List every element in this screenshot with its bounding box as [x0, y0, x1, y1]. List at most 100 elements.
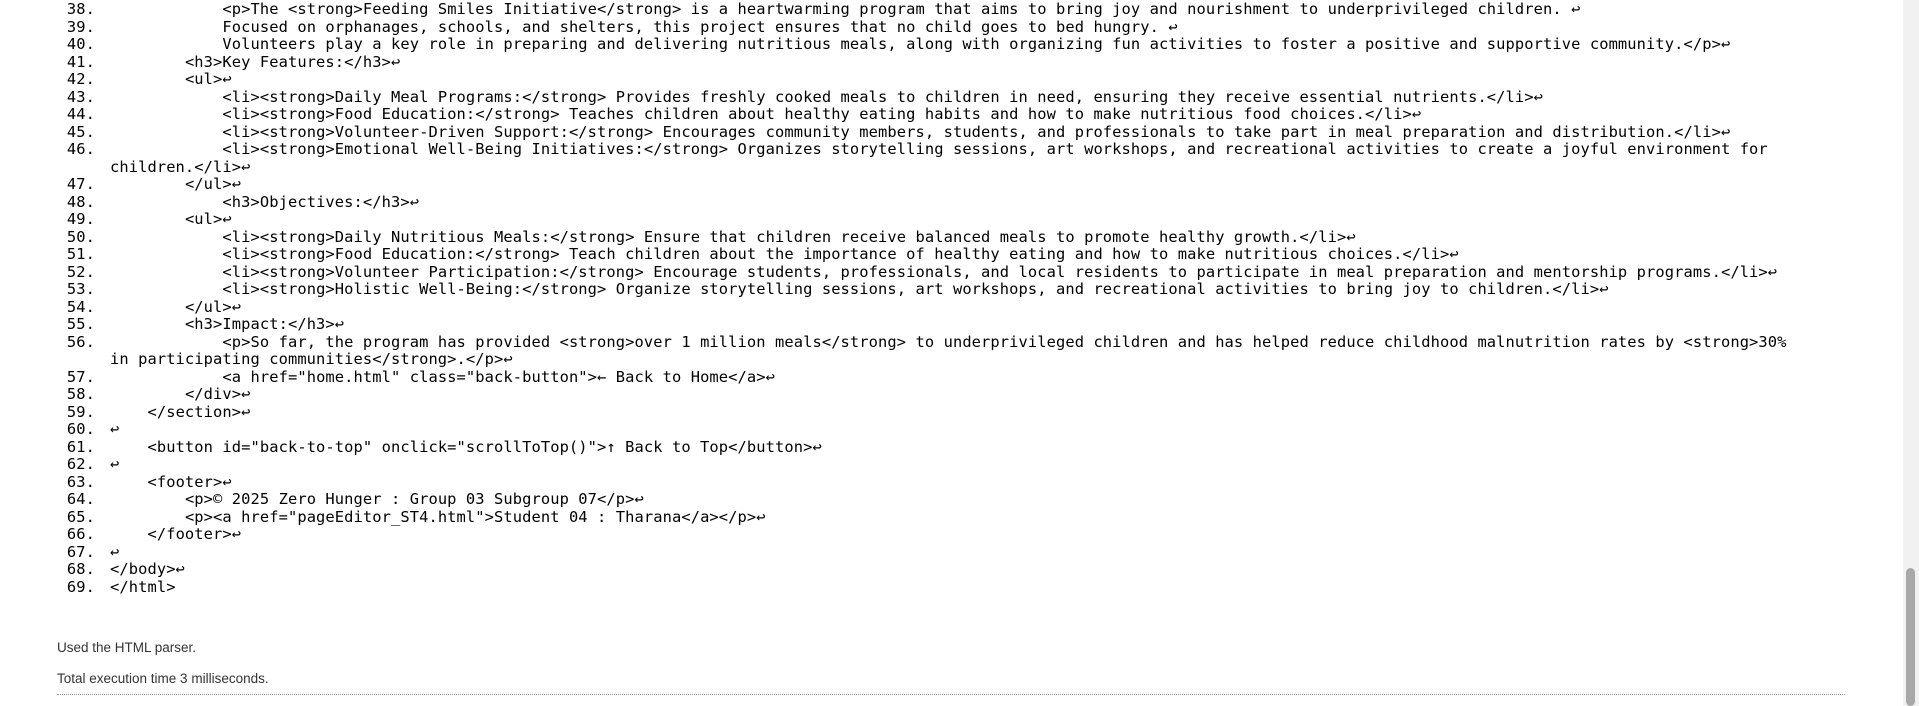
source-line: 48. <h3>Objectives:</h3>↩ — [67, 192, 1790, 212]
line-number: 58. — [66, 385, 95, 403]
source-line: 40. Volunteers play a key role in prepar… — [67, 35, 1790, 54]
source-line: 54. </ul>↩ — [67, 297, 1790, 317]
source-line: 51. <li><strong>Food Education:</strong>… — [67, 245, 1790, 264]
line-code: <h3>Objectives:</h3>↩ — [110, 192, 420, 211]
line-code: <li><strong>Food Education:</strong> Tea… — [110, 245, 1459, 263]
line-number: 43. — [66, 87, 95, 106]
line-code: <p><a href="pageEditor_ST4.html">Student… — [110, 507, 766, 526]
line-code: </html> — [110, 577, 176, 596]
source-line: 45. <li><strong>Volunteer-Driven Support… — [67, 122, 1790, 142]
source-line: 44. <li><strong>Food Education:</strong>… — [67, 105, 1790, 124]
line-number: 39. — [66, 17, 95, 36]
line-number: 62. — [66, 455, 95, 473]
source-line: 63. <footer>↩ — [67, 472, 1790, 492]
line-code: <ul>↩ — [110, 210, 232, 228]
line-number: 42. — [66, 70, 95, 88]
source-line: 66. </footer>↩ — [67, 525, 1790, 544]
source-line: 68. </body>↩ — [67, 560, 1790, 579]
line-code: <a href="home.html" class="back-button">… — [110, 367, 775, 386]
line-number: 45. — [66, 122, 95, 141]
source-line: 59. </section>↩ — [67, 402, 1790, 422]
line-code: Focused on orphanages, schools, and shel… — [110, 17, 1178, 36]
line-code: </ul>↩ — [110, 175, 242, 193]
line-number: 57. — [66, 367, 95, 386]
line-code: <li><strong>Volunteer-Driven Support:</s… — [110, 122, 1731, 141]
line-code: <p>© 2025 Zero Hunger : Group 03 Subgrou… — [110, 490, 644, 508]
source-line: 39. Focused on orphanages, schools, and … — [67, 17, 1790, 37]
line-number: 44. — [66, 105, 95, 123]
line-number: 56. — [66, 332, 95, 351]
line-number: 55. — [66, 315, 95, 333]
line-number: 54. — [66, 297, 95, 316]
line-code: </div>↩ — [110, 385, 251, 403]
execution-time-note: Total execution time 3 milliseconds. — [57, 671, 269, 686]
line-code: </section>↩ — [110, 402, 251, 421]
source-line: 47. </ul>↩ — [67, 175, 1790, 194]
scrollbar-thumb[interactable] — [1906, 568, 1915, 706]
line-number: 38. — [66, 0, 95, 18]
line-number: 61. — [66, 437, 95, 456]
vertical-scrollbar[interactable] — [1903, 0, 1919, 706]
line-number: 40. — [66, 35, 95, 53]
line-number: 46. — [66, 140, 95, 158]
line-code: <h3>Impact:</h3>↩ — [110, 315, 345, 333]
source-line: 49. <ul>↩ — [67, 210, 1790, 229]
line-code: ↩ — [110, 455, 120, 473]
line-code: <li><strong>Holistic Well-Being:</strong… — [110, 280, 1609, 298]
line-number: 66. — [66, 525, 95, 543]
source-line: 46. <li><strong>Emotional Well-Being Ini… — [67, 140, 1790, 176]
line-code: <footer>↩ — [110, 472, 232, 491]
line-code: Volunteers play a key role in preparing … — [110, 35, 1731, 53]
line-number: 49. — [66, 210, 95, 228]
source-line: 52. <li><strong>Volunteer Participation:… — [67, 262, 1790, 282]
source-line: 43. <li><strong>Daily Meal Programs:</st… — [67, 87, 1790, 107]
dotted-divider — [57, 694, 1845, 695]
line-number: 59. — [66, 402, 95, 421]
line-number: 50. — [66, 227, 95, 246]
source-line: 67. ↩ — [67, 542, 1790, 562]
line-number: 67. — [66, 542, 95, 561]
parser-note: Used the HTML parser. — [57, 640, 197, 655]
source-line: 53. <li><strong>Holistic Well-Being:</st… — [67, 280, 1790, 299]
source-code-list: 38. <p>The <strong>Feeding Smiles Initia… — [67, 0, 1790, 597]
line-code: <li><strong>Daily Meal Programs:</strong… — [110, 87, 1544, 106]
source-line: 42. <ul>↩ — [67, 70, 1790, 89]
line-number: 41. — [66, 52, 95, 71]
line-code: </ul>↩ — [110, 297, 242, 316]
source-line: 64. <p>© 2025 Zero Hunger : Group 03 Sub… — [67, 490, 1790, 509]
line-number: 53. — [66, 280, 95, 298]
line-code: ↩ — [110, 542, 120, 561]
line-number: 65. — [66, 507, 95, 526]
line-code: <li><strong>Food Education:</strong> Tea… — [110, 105, 1422, 123]
line-number: 60. — [66, 420, 95, 438]
line-code: <li><strong>Daily Nutritious Meals:</str… — [110, 227, 1356, 246]
line-code: ↩ — [110, 420, 120, 438]
line-code: </footer>↩ — [110, 525, 242, 543]
source-line: 60. ↩ — [67, 420, 1790, 439]
source-line: 58. </div>↩ — [67, 385, 1790, 404]
source-line: 65. <p><a href="pageEditor_ST4.html">Stu… — [67, 507, 1790, 527]
source-line: 61. <button id="back-to-top" onclick="sc… — [67, 437, 1790, 457]
line-code: <h3>Key Features:</h3>↩ — [110, 52, 401, 71]
line-number: 52. — [66, 262, 95, 281]
line-code: <p>So far, the program has provided <str… — [110, 332, 1796, 368]
source-line: 38. <p>The <strong>Feeding Smiles Initia… — [67, 0, 1790, 19]
line-number: 51. — [66, 245, 95, 263]
line-number: 68. — [66, 560, 95, 578]
line-code: <li><strong>Emotional Well-Being Initiat… — [110, 140, 1778, 176]
line-code: <li><strong>Volunteer Participation:</st… — [110, 262, 1778, 281]
source-line: 69. </html> — [67, 577, 1790, 597]
source-line: 62. ↩ — [67, 455, 1790, 474]
line-code: <p>The <strong>Feeding Smiles Initiative… — [110, 0, 1581, 18]
source-line: 55. <h3>Impact:</h3>↩ — [67, 315, 1790, 334]
source-line: 56. <p>So far, the program has provided … — [67, 333, 1790, 369]
source-line: 50. <li><strong>Daily Nutritious Meals:<… — [67, 227, 1790, 247]
result-notes: Used the HTML parser. Total execution ti… — [57, 640, 269, 702]
line-code: <button id="back-to-top" onclick="scroll… — [110, 437, 822, 456]
line-number: 47. — [66, 175, 95, 193]
line-code: <ul>↩ — [110, 70, 232, 88]
line-number: 48. — [66, 192, 95, 211]
line-number: 64. — [66, 490, 95, 508]
line-number: 63. — [66, 472, 95, 491]
line-number: 69. — [66, 577, 95, 596]
